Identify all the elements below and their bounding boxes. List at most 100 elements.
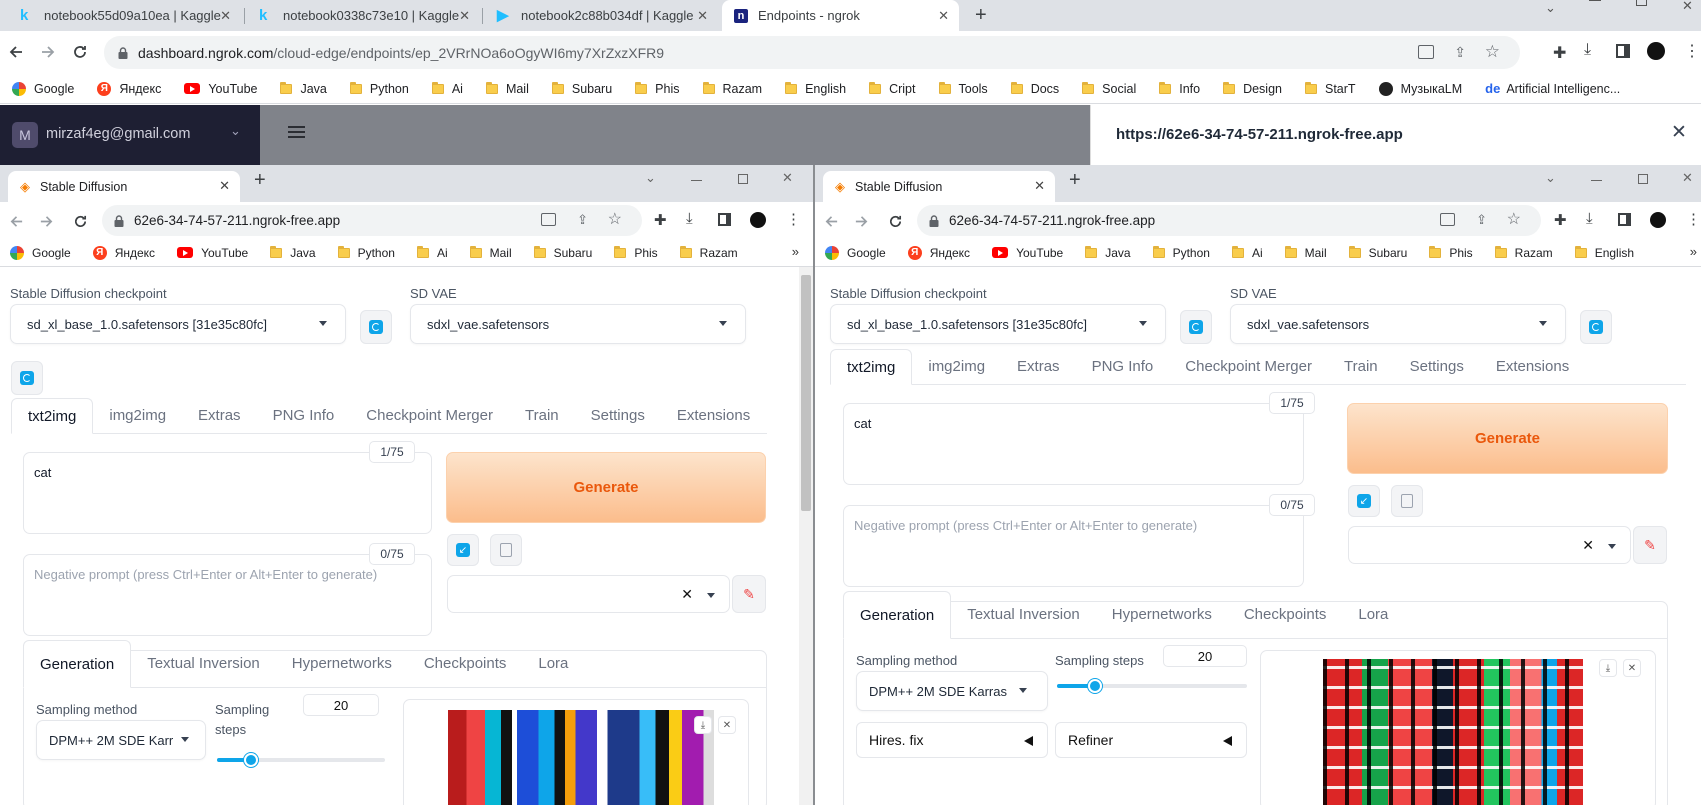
tab-kaggle-2[interactable]: k notebook0338c73e10 | Kaggle ✕ (247, 0, 480, 31)
tab-kaggle-1[interactable]: k notebook55d09a10ea | Kaggle ✕ (8, 0, 241, 31)
reload-button[interactable] (70, 42, 90, 62)
clear-prompt-button[interactable] (1391, 485, 1423, 517)
back-button[interactable] (6, 211, 26, 231)
refresh-checkpoint-button[interactable] (1180, 310, 1212, 344)
endpoint-url[interactable]: https://62e6-34-74-57-211.ngrok-free.app (1116, 126, 1403, 143)
forward-button[interactable] (851, 211, 871, 231)
generated-image[interactable] (448, 710, 714, 805)
bookmark-item[interactable]: Я Яндекс (907, 245, 970, 260)
extensions-icon[interactable]: ✚ (1553, 43, 1566, 63)
bookmarks-overflow-icon[interactable]: » (1690, 244, 1697, 259)
tab-search-chevron-icon[interactable]: ⌄ (1545, 170, 1556, 186)
maximize-button[interactable] (1638, 174, 1648, 184)
refiner-accordion[interactable]: Refiner (1055, 722, 1247, 758)
tab-generation[interactable]: Generation (23, 640, 132, 688)
lock-icon[interactable] (118, 46, 128, 59)
bookmark-item[interactable]: Docs (1010, 81, 1059, 96)
tab-search-chevron-icon[interactable]: ⌄ (645, 170, 656, 186)
download-icon[interactable]: ⤓ (686, 210, 693, 227)
translate-icon[interactable] (541, 213, 556, 226)
download-icon[interactable]: ⤓ (1584, 41, 1591, 59)
generated-image[interactable] (1323, 659, 1583, 805)
bookmark-item[interactable]: Ai (416, 245, 448, 260)
sampling-steps-slider[interactable] (1057, 679, 1247, 693)
bookmark-item[interactable]: Social (1082, 81, 1136, 96)
tab-extensions[interactable]: Extensions (1480, 348, 1585, 384)
vae-dropdown[interactable]: sdxl_vae.safetensors (1230, 304, 1566, 344)
tab-extras[interactable]: Extras (182, 397, 257, 433)
close-icon[interactable]: ✕ (1623, 659, 1641, 677)
slider-knob[interactable] (243, 753, 258, 767)
bookmark-item[interactable]: Subaru (551, 81, 612, 96)
menu-kebab-icon[interactable]: ⋮ (1684, 41, 1700, 61)
sampling-method-dropdown[interactable]: DPM++ 2M SDE Karras (856, 671, 1048, 711)
minimize-button[interactable] (1589, 0, 1601, 1)
bookmark-item[interactable]: Razam (1494, 245, 1553, 260)
bookmark-item[interactable]: Subaru (1348, 245, 1407, 260)
tab-checkpoints[interactable]: Checkpoints (1228, 590, 1343, 638)
tab-settings[interactable]: Settings (575, 397, 661, 433)
tab-extras[interactable]: Extras (1001, 348, 1076, 384)
tab-txt2img[interactable]: txt2img (11, 398, 94, 434)
bookmark-item[interactable]: Mail (485, 81, 529, 96)
side-panel-icon[interactable] (1616, 44, 1630, 58)
scrollbar-thumb[interactable] (801, 275, 811, 511)
profile-avatar[interactable] (1650, 212, 1666, 228)
tab-png-info[interactable]: PNG Info (257, 397, 351, 433)
minimize-button[interactable] (1591, 180, 1602, 181)
bookmark-item[interactable]: de Artificial Intelligenc... (1485, 81, 1620, 96)
bookmark-item[interactable]: Razam (679, 245, 738, 260)
profile-avatar[interactable] (1647, 42, 1665, 60)
tab-generation[interactable]: Generation (843, 591, 952, 639)
profile-avatar[interactable] (750, 212, 766, 228)
scrollbar[interactable] (799, 267, 813, 805)
bookmark-item[interactable]: Ai (1231, 245, 1263, 260)
bookmark-item[interactable]: Ai (431, 81, 463, 96)
bookmark-item[interactable]: Phis (614, 245, 658, 260)
address-bar[interactable]: 62e6-34-74-57-211.ngrok-free.app ⇪ ☆ (917, 205, 1541, 236)
forward-button[interactable] (36, 211, 56, 231)
bookmark-item[interactable]: Cript (869, 81, 916, 96)
new-tab-button[interactable]: + (1069, 169, 1081, 192)
window-close-button[interactable]: ✕ (782, 170, 793, 186)
bookmark-item[interactable]: Python (1152, 245, 1210, 260)
tab-img2img[interactable]: img2img (93, 397, 182, 433)
bookmark-item[interactable]: МузыкаLM (1378, 81, 1462, 96)
tab-stable-diffusion[interactable]: ◈ Stable Diffusion ✕ (823, 171, 1055, 202)
close-icon[interactable]: ✕ (459, 8, 470, 24)
clear-prompt-button[interactable] (490, 534, 522, 566)
bookmark-item[interactable]: Design (1223, 81, 1282, 96)
tab-hypernetworks[interactable]: Hypernetworks (1096, 590, 1228, 638)
negative-prompt-textarea[interactable]: Negative prompt (press Ctrl+Enter or Alt… (843, 505, 1304, 587)
tab-textual-inversion[interactable]: Textual Inversion (951, 590, 1096, 638)
slider-knob[interactable] (1088, 679, 1102, 693)
bookmark-item[interactable]: Mail (469, 245, 512, 260)
lock-icon[interactable] (114, 214, 124, 227)
sampling-steps-slider[interactable] (217, 753, 385, 767)
bookmark-item[interactable]: Java (1085, 245, 1131, 260)
vae-dropdown[interactable]: sdxl_vae.safetensors (410, 304, 746, 344)
bookmark-item[interactable]: YouTube (177, 246, 248, 260)
refresh-vae-button[interactable] (1580, 310, 1612, 344)
hamburger-menu-icon[interactable] (288, 126, 305, 128)
new-tab-button[interactable]: + (975, 4, 987, 27)
reload-button[interactable] (885, 211, 905, 231)
bookmark-item[interactable]: English (785, 81, 846, 96)
maximize-button[interactable] (738, 174, 748, 184)
close-icon[interactable]: ✕ (219, 178, 230, 194)
tab-stable-diffusion[interactable]: ◈ Stable Diffusion ✕ (8, 171, 240, 202)
bookmark-item[interactable]: English (1574, 245, 1634, 260)
side-panel-icon[interactable] (1618, 213, 1631, 226)
tab-extensions[interactable]: Extensions (661, 397, 766, 433)
generate-button[interactable]: Generate (1347, 403, 1668, 474)
negative-prompt-textarea[interactable]: Negative prompt (press Ctrl+Enter or Alt… (23, 554, 432, 636)
bookmark-star-icon[interactable]: ☆ (1485, 42, 1500, 62)
side-panel-icon[interactable] (718, 213, 731, 226)
checkpoint-dropdown[interactable]: sd_xl_base_1.0.safetensors [31e35c80fc] (10, 304, 346, 344)
menu-kebab-icon[interactable]: ⋮ (1686, 210, 1701, 228)
share-icon[interactable]: ⇪ (1454, 44, 1466, 61)
tab-ngrok[interactable]: n Endpoints - ngrok ✕ (722, 0, 959, 31)
bookmark-item[interactable]: Phis (1429, 245, 1473, 260)
tab-textual-inversion[interactable]: Textual Inversion (131, 639, 276, 687)
bookmark-item[interactable]: Razam (702, 81, 762, 96)
